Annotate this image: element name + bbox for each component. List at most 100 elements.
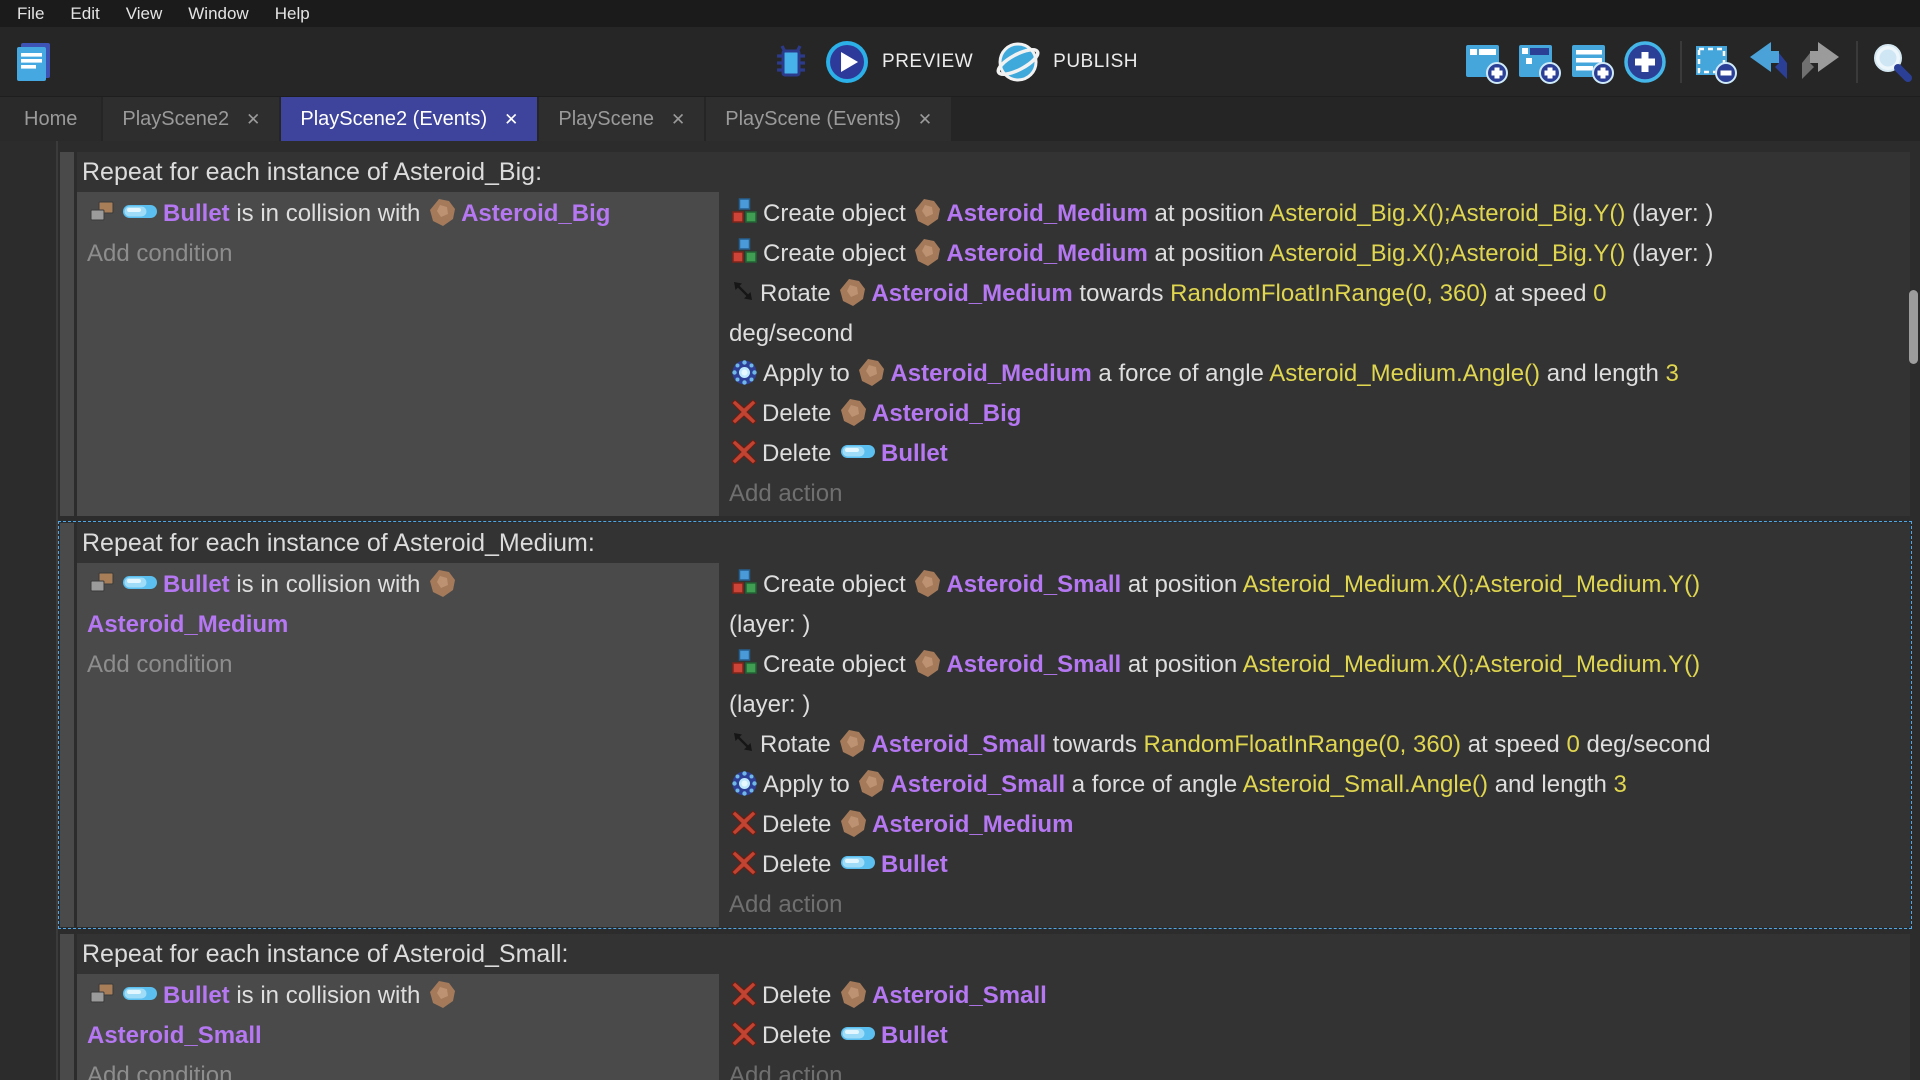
instruction-text: is in collision with (229, 982, 428, 1009)
preview-play-icon (825, 40, 869, 84)
actions-column: Delete Asteroid_Small Delete Bullet Add ac… (719, 974, 1910, 1080)
instruction-text: (layer: ) (1625, 240, 1714, 267)
menu-item-window[interactable]: Window (175, 0, 261, 27)
object-name: Bullet (163, 571, 230, 598)
tab-playscene-events[interactable]: PlayScene (Events) ✕ (706, 97, 952, 142)
condition-row[interactable]: Bullet is in collision with Asteroid_Sma… (87, 976, 709, 1056)
event-block-3[interactable]: Repeat for each instance of Asteroid_Sma… (60, 934, 1910, 1080)
instruction-text: and length (1488, 771, 1614, 798)
preview-button[interactable] (824, 38, 872, 86)
object-name: Asteroid_Big (872, 400, 1022, 427)
menu-bar: File Edit View Window Help (0, 0, 1920, 27)
object-name: Asteroid_Small (87, 1022, 262, 1049)
object-name: Bullet (163, 982, 230, 1009)
asteroid-icon (840, 809, 867, 838)
instruction-text: (layer: ) (1625, 200, 1714, 227)
instruction-text: (layer: ) (729, 611, 811, 638)
bullet-icon (840, 1025, 876, 1042)
tab-home[interactable]: Home (0, 97, 102, 142)
menu-item-file[interactable]: File (4, 0, 57, 27)
event-header[interactable]: Repeat for each instance of Asteroid_Sma… (77, 934, 1910, 974)
tab-playscene[interactable]: PlayScene ✕ (539, 97, 705, 142)
vertical-scrollbar-thumb[interactable] (1909, 290, 1918, 364)
instruction-text: Delete (762, 851, 839, 878)
action-row[interactable]: Delete Bullet (729, 845, 1900, 885)
tab-playscene2[interactable]: PlayScene2 ✕ (103, 97, 280, 142)
instruction-text: is in collision with (229, 571, 428, 598)
add-circle-button[interactable] (1622, 38, 1670, 86)
delete-icon (731, 439, 757, 465)
tab-close-icon[interactable]: ✕ (246, 110, 260, 130)
add-action-button[interactable]: Add action (729, 474, 1900, 514)
action-row[interactable]: Create object Asteroid_Medium at positio… (729, 234, 1900, 274)
add-event-button[interactable] (1463, 38, 1511, 86)
asteroid-icon (429, 569, 456, 598)
menu-item-view[interactable]: View (113, 0, 176, 27)
add-subevent-button[interactable] (1516, 38, 1564, 86)
condition-row[interactable]: Bullet is in collision with Asteroid_Med… (87, 565, 709, 645)
add-condition-button[interactable]: Add condition (87, 1056, 709, 1080)
event-block-2[interactable]: Repeat for each instance of Asteroid_Med… (58, 521, 1912, 929)
menu-item-help[interactable]: Help (262, 0, 323, 27)
instruction-text: at position (1147, 200, 1270, 227)
event-block-1[interactable]: Repeat for each instance of Asteroid_Big… (60, 152, 1910, 516)
add-condition-button[interactable]: Add condition (87, 645, 709, 685)
redo-button[interactable] (1798, 38, 1846, 86)
event-header[interactable]: Repeat for each instance of Asteroid_Med… (77, 523, 1910, 563)
instruction-text: a force of angle (1065, 771, 1243, 798)
delete-icon (731, 1021, 757, 1047)
gdevelop-logo-icon[interactable] (10, 38, 58, 86)
tab-close-icon[interactable]: ✕ (918, 110, 932, 130)
event-header[interactable]: Repeat for each instance of Asteroid_Big… (77, 152, 1910, 192)
action-row[interactable]: Rotate Asteroid_Medium towards RandomFlo… (729, 274, 1900, 354)
add-action-button[interactable]: Add action (729, 885, 1900, 925)
action-row[interactable]: Create object Asteroid_Medium at positio… (729, 194, 1900, 234)
action-row[interactable]: Delete Asteroid_Big (729, 394, 1900, 434)
remove-selection-button[interactable] (1692, 38, 1740, 86)
tab-label: PlayScene2 (122, 108, 230, 130)
instruction-text: at speed (1461, 731, 1567, 758)
action-row[interactable]: Delete Asteroid_Medium (729, 805, 1900, 845)
debug-button[interactable] (768, 38, 816, 86)
condition-row[interactable]: Bullet is in collision with Asteroid_Big (87, 194, 709, 234)
instruction-text: at position (1121, 651, 1243, 678)
preview-label[interactable]: PREVIEW (882, 51, 973, 73)
tab-playscene2-events[interactable]: PlayScene2 (Events) ✕ (281, 97, 538, 142)
action-row[interactable]: Create object Asteroid_Small at position… (729, 645, 1900, 725)
action-row[interactable]: Rotate Asteroid_Small towards RandomFloa… (729, 725, 1900, 765)
bullet-icon (122, 203, 158, 220)
expression-value: Asteroid_Medium.X();Asteroid_Medium.Y() (1242, 651, 1701, 678)
action-row[interactable]: Apply to Asteroid_Medium a force of angl… (729, 354, 1900, 394)
publish-button[interactable] (995, 38, 1043, 86)
expression-value: Asteroid_Medium.X();Asteroid_Medium.Y() (1242, 571, 1701, 598)
delete-icon (731, 850, 757, 876)
menu-item-edit[interactable]: Edit (57, 0, 112, 27)
action-row[interactable]: Delete Asteroid_Small (729, 976, 1900, 1016)
add-condition-button[interactable]: Add condition (87, 234, 709, 274)
object-name: Asteroid_Medium (87, 611, 289, 638)
asteroid-icon (914, 198, 941, 227)
instruction-text: Delete (762, 1022, 839, 1049)
instruction-text: deg/second (1579, 731, 1711, 758)
search-button[interactable] (1868, 38, 1916, 86)
bullet-icon (122, 574, 158, 591)
instruction-text: Create object (763, 651, 913, 678)
action-row[interactable]: Create object Asteroid_Small at position… (729, 565, 1900, 645)
redo-icon (1798, 39, 1844, 85)
action-row[interactable]: Delete Bullet (729, 434, 1900, 474)
toolbar-center-group: PREVIEW PUBLISH (768, 38, 1152, 86)
asteroid-icon (914, 238, 941, 267)
object-name: Asteroid_Small (946, 571, 1122, 598)
tab-close-icon[interactable]: ✕ (504, 110, 518, 130)
undo-button[interactable] (1745, 38, 1793, 86)
action-row[interactable]: Delete Bullet (729, 1016, 1900, 1056)
instruction-text: Create object (763, 240, 913, 267)
event-indent-bar (60, 523, 74, 927)
add-action-button[interactable]: Add action (729, 1056, 1900, 1080)
object-name: Asteroid_Medium (890, 360, 1092, 387)
publish-label[interactable]: PUBLISH (1053, 51, 1138, 73)
tab-close-icon[interactable]: ✕ (671, 110, 685, 130)
create-icon (731, 649, 758, 676)
action-row[interactable]: Apply to Asteroid_Small a force of angle… (729, 765, 1900, 805)
add-comment-button[interactable] (1569, 38, 1617, 86)
